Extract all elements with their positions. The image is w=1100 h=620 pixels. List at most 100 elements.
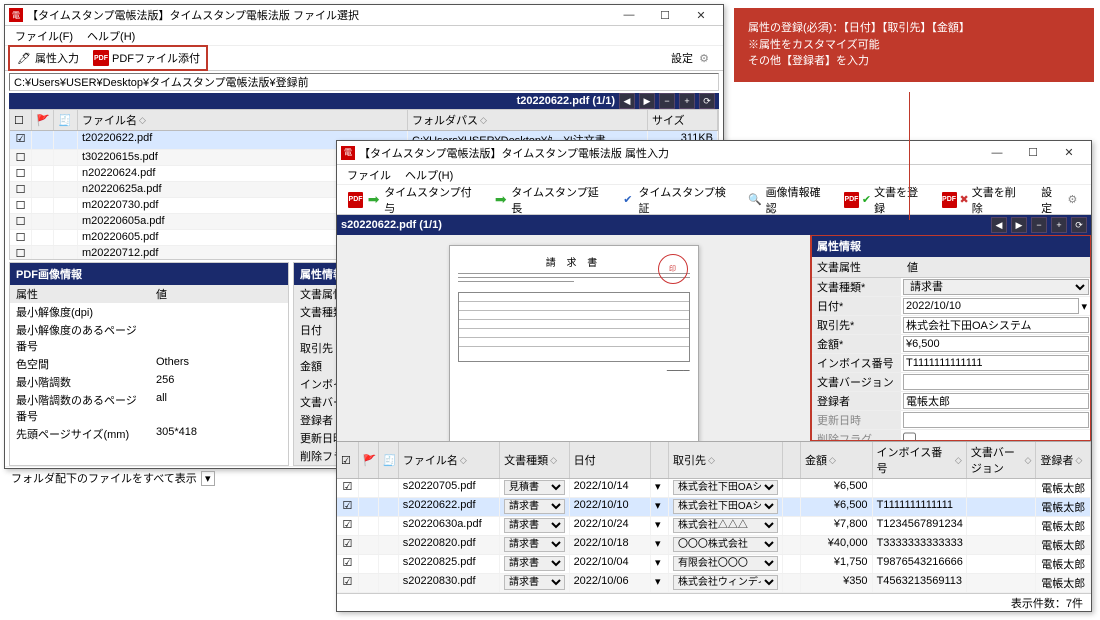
attr-text-input[interactable]	[903, 412, 1089, 428]
zoom-in-button[interactable]: +	[679, 93, 695, 109]
settings-button[interactable]: 設定⚙	[1034, 180, 1087, 220]
cell-partner[interactable]: 株式会社ウィンディーネ	[669, 574, 783, 592]
header-registrant[interactable]: 登録者◇	[1036, 442, 1091, 478]
titlebar[interactable]: 電 【タイムスタンプ電帳法版】タイムスタンプ電帳法版 属性入力 — ☐ ✕	[337, 141, 1091, 165]
attr-check[interactable]	[903, 431, 916, 441]
cell-partner[interactable]: 株式会社△△△	[669, 517, 783, 535]
close-button[interactable]: ✕	[1051, 143, 1087, 163]
cell-partner[interactable]: 〇〇〇株式会社	[669, 536, 783, 554]
cell-date[interactable]: 2022/10/10	[570, 498, 651, 516]
cell-doctype[interactable]: 請求書	[500, 536, 570, 554]
doc-row[interactable]: ☑s20220630a.pdf請求書2022/10/24▾株式会社△△△¥7,8…	[337, 517, 1091, 536]
next-page-button[interactable]: ▶	[1011, 217, 1027, 233]
date-picker-icon[interactable]: ▾	[651, 517, 669, 535]
header-date[interactable]: 日付	[570, 442, 651, 478]
row-check[interactable]: ☐	[10, 182, 32, 197]
rotate-button[interactable]: ⟳	[1071, 217, 1087, 233]
header-doc-icon[interactable]: 🧾	[54, 110, 78, 130]
ts-extend-button[interactable]: ➡タイムスタンプ延長	[486, 180, 611, 220]
pdf-preview[interactable]: 請 求 書 印 ────	[337, 235, 811, 441]
row-check[interactable]: ☑	[337, 479, 359, 497]
header-filename[interactable]: ファイル名◇	[78, 110, 408, 130]
attach-pdf-button[interactable]: PDF PDFファイル添付	[86, 46, 207, 70]
doc-row[interactable]: ☑s20220820.pdf請求書2022/10/18▾〇〇〇株式会社¥40,0…	[337, 536, 1091, 555]
header-filename[interactable]: ファイル名◇	[399, 442, 500, 478]
cell-doctype[interactable]: 請求書	[500, 555, 570, 573]
maximize-button[interactable]: ☐	[1015, 143, 1051, 163]
titlebar[interactable]: 電 【タイムスタンプ電帳法版】タイムスタンプ電帳法版 ファイル選択 — ☐ ✕	[5, 5, 723, 26]
zoom-out-button[interactable]: −	[1031, 217, 1047, 233]
cell-doctype[interactable]: 請求書	[500, 498, 570, 516]
header-folder[interactable]: フォルダパス◇	[408, 110, 648, 130]
cell-partner[interactable]: 株式会社下田OAシス	[669, 479, 783, 497]
cell-date[interactable]: 2022/10/14	[570, 479, 651, 497]
doc-register-button[interactable]: PDF✔文書を登録	[837, 180, 933, 220]
attr-input-button[interactable]: 🖊 属性入力	[9, 46, 86, 70]
header-check[interactable]: ☑	[337, 442, 359, 478]
tab-label[interactable]: t20220622.pdf (1/1)	[517, 95, 615, 107]
row-check[interactable]: ☐	[10, 214, 32, 229]
ts-verify-button[interactable]: ✔タイムスタンプ検証	[613, 180, 738, 220]
prev-page-button[interactable]: ◀	[991, 217, 1007, 233]
rotate-button[interactable]: ⟳	[699, 93, 715, 109]
tab-label[interactable]: s20220622.pdf (1/1)	[341, 219, 442, 231]
zoom-in-button[interactable]: +	[1051, 217, 1067, 233]
cell-doctype[interactable]: 見積書	[500, 479, 570, 497]
attr-text-input[interactable]	[903, 336, 1089, 352]
minimize-button[interactable]: —	[611, 5, 647, 25]
row-check[interactable]: ☑	[337, 536, 359, 554]
attr-select[interactable]: 請求書	[903, 279, 1089, 295]
cell-date[interactable]: 2022/10/18	[570, 536, 651, 554]
cell-date[interactable]: 2022/10/24	[570, 517, 651, 535]
header-flag-icon[interactable]: 🚩	[32, 110, 54, 130]
menu-file[interactable]: ファイル(F)	[9, 26, 79, 46]
prev-page-button[interactable]: ◀	[619, 93, 635, 109]
cell-date[interactable]: 2022/10/06	[570, 574, 651, 592]
date-picker-icon[interactable]: ▾	[651, 555, 669, 573]
maximize-button[interactable]: ☐	[647, 5, 683, 25]
header-version[interactable]: 文書バージョン◇	[967, 442, 1037, 478]
path-bar[interactable]: C:¥Users¥USER¥Desktop¥タイムスタンプ電帳法版¥登録前	[9, 73, 719, 91]
doc-row[interactable]: ☑s20220622.pdf請求書2022/10/10▾株式会社下田OAシス¥6…	[337, 498, 1091, 517]
cell-date[interactable]: 2022/10/04	[570, 555, 651, 573]
row-check[interactable]: ☐	[10, 246, 32, 259]
header-size[interactable]: サイズ	[648, 110, 718, 130]
row-check[interactable]: ☑	[337, 498, 359, 516]
settings-button[interactable]: 設定 ⚙	[664, 46, 719, 70]
zoom-out-button[interactable]: −	[659, 93, 675, 109]
row-check[interactable]: ☐	[10, 150, 32, 165]
row-check[interactable]: ☐	[10, 230, 32, 245]
date-picker-icon[interactable]: ▾	[651, 536, 669, 554]
row-check[interactable]: ☑	[337, 555, 359, 573]
date-picker-icon[interactable]: ▾	[651, 498, 669, 516]
date-picker-icon[interactable]: ▾	[651, 479, 669, 497]
attr-text-input[interactable]	[903, 317, 1089, 333]
header-flag-icon[interactable]: 🚩	[359, 442, 379, 478]
cell-doctype[interactable]: 請求書	[500, 574, 570, 592]
doc-row[interactable]: ☑s20220705.pdf見積書2022/10/14▾株式会社下田OAシス¥6…	[337, 479, 1091, 498]
attr-text-input[interactable]	[903, 374, 1089, 390]
calendar-icon[interactable]: ▾	[1079, 300, 1089, 313]
header-amount[interactable]: 金額◇	[801, 442, 872, 478]
row-check[interactable]: ☑	[10, 131, 32, 149]
doc-row[interactable]: ☑s20220830.pdf請求書2022/10/06▾株式会社ウィンディーネ¥…	[337, 574, 1091, 593]
row-check[interactable]: ☐	[10, 198, 32, 213]
header-doctype[interactable]: 文書種類◇	[500, 442, 570, 478]
header-check[interactable]: ☐	[10, 110, 32, 130]
doc-row[interactable]: ☑s20220825.pdf請求書2022/10/04▾有限会社〇〇〇¥1,75…	[337, 555, 1091, 574]
row-check[interactable]: ☑	[337, 517, 359, 535]
date-picker-icon[interactable]: ▾	[651, 574, 669, 592]
show-all-dropdown[interactable]: ▾	[201, 471, 215, 486]
image-info-button[interactable]: 🔍画像情報確認	[741, 180, 835, 220]
header-invoice[interactable]: インボイス番号◇	[873, 442, 967, 478]
row-check[interactable]: ☑	[337, 574, 359, 592]
next-page-button[interactable]: ▶	[639, 93, 655, 109]
attr-date-input[interactable]	[903, 298, 1079, 314]
doc-delete-button[interactable]: PDF✖文書を削除	[935, 180, 1031, 220]
cell-doctype[interactable]: 請求書	[500, 517, 570, 535]
minimize-button[interactable]: —	[979, 143, 1015, 163]
ts-attach-button[interactable]: PDF➡タイムスタンプ付与	[341, 180, 484, 220]
header-partner[interactable]: 取引先◇	[669, 442, 783, 478]
close-button[interactable]: ✕	[683, 5, 719, 25]
cell-partner[interactable]: 株式会社下田OAシス	[669, 498, 783, 516]
